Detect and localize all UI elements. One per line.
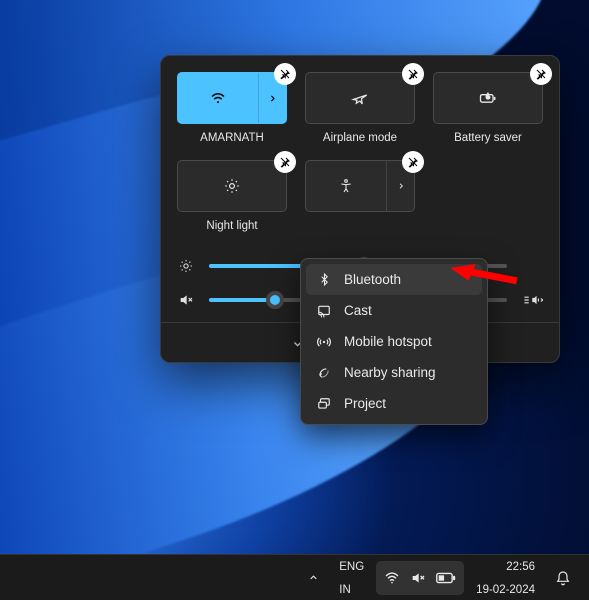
audio-output-button[interactable] <box>521 292 543 308</box>
menu-item-project[interactable]: Project <box>306 388 482 419</box>
menu-item-label: Bluetooth <box>344 272 401 287</box>
accessibility-tile[interactable] <box>305 160 415 212</box>
night-light-tile-label: Night light <box>206 220 257 240</box>
battery-saver-tile[interactable] <box>433 72 543 124</box>
menu-item-mobile-hotspot[interactable]: Mobile hotspot <box>306 326 482 357</box>
menu-item-label: Mobile hotspot <box>344 334 432 349</box>
menu-item-cast[interactable]: Cast <box>306 295 482 326</box>
clock[interactable]: 22:56 19-02-2024 <box>468 561 543 595</box>
menu-item-label: Nearby sharing <box>344 365 436 380</box>
taskbar: ENG IN 22:56 19-02-2024 <box>0 554 589 600</box>
menu-item-label: Project <box>344 396 386 411</box>
unpin-icon[interactable] <box>530 63 552 85</box>
airplane-mode-tile[interactable] <box>305 72 415 124</box>
brightness-icon <box>177 258 195 274</box>
menu-item-label: Cast <box>344 303 372 318</box>
battery-saver-tile-label: Battery saver <box>454 132 522 152</box>
volume-mute-icon <box>410 570 426 586</box>
bluetooth-icon <box>316 273 332 286</box>
unpin-icon[interactable] <box>402 151 424 173</box>
nearby-sharing-icon <box>316 366 332 380</box>
unpin-icon[interactable] <box>402 63 424 85</box>
unpin-icon[interactable] <box>274 151 296 173</box>
cast-icon <box>316 304 332 318</box>
night-light-tile[interactable] <box>177 160 287 212</box>
clock-date: 19-02-2024 <box>476 584 535 597</box>
notifications-button[interactable] <box>547 561 579 595</box>
language-line2: IN <box>339 584 351 597</box>
add-tile-menu: Bluetooth Cast Mobile hotspot Nearby sha… <box>300 258 488 425</box>
unpin-icon[interactable] <box>274 63 296 85</box>
wifi-tile-label: AMARNATH <box>200 132 264 152</box>
airplane-mode-tile-label: Airplane mode <box>323 132 397 152</box>
language-line1: ENG <box>339 561 364 574</box>
battery-icon <box>436 571 456 585</box>
wifi-icon <box>384 570 400 586</box>
hotspot-icon <box>316 335 332 349</box>
quick-tiles-grid: AMARNATH Airplane mode Battery saver Nig… <box>177 72 543 240</box>
volume-mute-icon <box>177 292 195 308</box>
menu-item-nearby-sharing[interactable]: Nearby sharing <box>306 357 482 388</box>
tray-expand-button[interactable] <box>300 561 327 595</box>
wifi-tile[interactable] <box>177 72 287 124</box>
system-tray[interactable] <box>376 561 464 595</box>
clock-time: 22:56 <box>506 561 535 574</box>
language-indicator[interactable]: ENG IN <box>331 561 372 595</box>
project-icon <box>316 397 332 411</box>
